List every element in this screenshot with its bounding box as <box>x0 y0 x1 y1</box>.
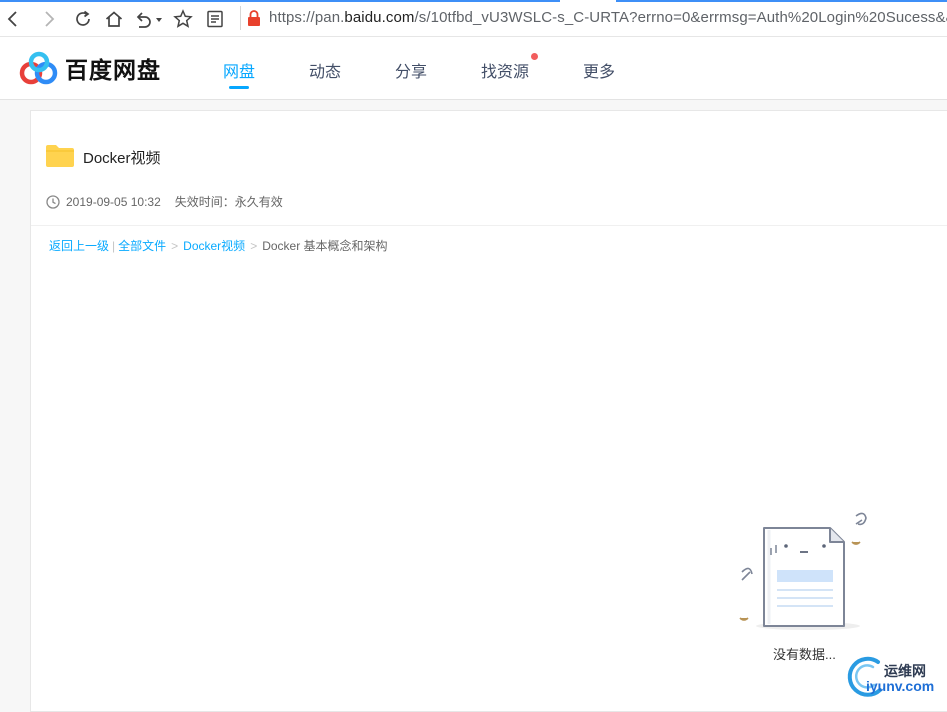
reload-icon[interactable] <box>72 8 94 30</box>
nav-activity[interactable]: 动态 <box>309 58 341 82</box>
breadcrumb: 返回上一级 | 全部文件 > Docker视频 > Docker 基本概念和架构 <box>49 237 388 254</box>
expire-info: 失效时间：永久有效 <box>174 195 283 209</box>
forward-icon[interactable] <box>38 8 60 30</box>
folder-icon <box>46 145 74 167</box>
url-path: /s/10tfbd_vU3WSLC-s_C-URTA?errno=0&errms… <box>414 9 947 26</box>
nav-more[interactable]: 更多 <box>583 58 615 82</box>
share-title: Docker视频 <box>83 150 161 167</box>
loading-indicator-segment <box>616 0 947 2</box>
share-date: 2019-09-05 10:32 <box>66 194 161 209</box>
baidu-netdisk-logo[interactable]: 百度网盘 <box>19 50 161 86</box>
undo-history-icon[interactable] <box>133 8 165 30</box>
favorite-star-icon[interactable] <box>172 8 194 30</box>
nav-netdisk[interactable]: 网盘 <box>223 58 255 82</box>
breadcrumb-folder[interactable]: Docker视频 <box>183 239 245 253</box>
nav-find-resources[interactable]: 找资源 <box>481 58 529 82</box>
lock-icon <box>248 10 260 26</box>
watermark-bottom-text: iyunv.com <box>866 678 935 694</box>
breadcrumb-separator: > <box>171 239 179 253</box>
logo-text: 百度网盘 <box>65 57 161 83</box>
clock-icon <box>46 194 60 209</box>
empty-state-text: 没有数据... <box>773 647 836 662</box>
netdisk-logo-icon <box>19 51 58 85</box>
share-meta: 2019-09-05 10:32 失效时间：永久有效 <box>46 193 283 210</box>
site-watermark: 运维网 iyunv.com <box>842 654 947 700</box>
site-header: 百度网盘 网盘 动态 分享 找资源 更多 <box>0 37 947 100</box>
breadcrumb-pipe: | <box>112 239 116 253</box>
url-domain: baidu.com <box>344 9 415 26</box>
notification-dot <box>531 53 538 60</box>
breadcrumb-all-files[interactable]: 全部文件 <box>118 239 166 253</box>
reading-mode-icon[interactable] <box>204 8 226 30</box>
url-prefix: https://pan. <box>269 9 345 26</box>
loading-indicator <box>0 0 560 2</box>
breadcrumb-current: Docker 基本概念和架构 <box>262 239 388 253</box>
url-text[interactable]: https://pan.baidu.com/s/10tfbd_vU3WSLC-s… <box>269 9 947 26</box>
breadcrumb-separator: > <box>250 239 258 253</box>
home-icon[interactable] <box>103 8 125 30</box>
divider <box>31 225 947 226</box>
empty-document-illustration <box>739 512 867 630</box>
breadcrumb-back-link[interactable]: 返回上一级 <box>49 239 109 253</box>
address-bar[interactable]: https://pan.baidu.com/s/10tfbd_vU3WSLC-s… <box>240 6 947 30</box>
browser-toolbar: https://pan.baidu.com/s/10tfbd_vU3WSLC-s… <box>0 0 947 37</box>
nav-share[interactable]: 分享 <box>395 58 427 82</box>
active-nav-indicator <box>229 86 249 89</box>
back-icon[interactable] <box>2 8 24 30</box>
